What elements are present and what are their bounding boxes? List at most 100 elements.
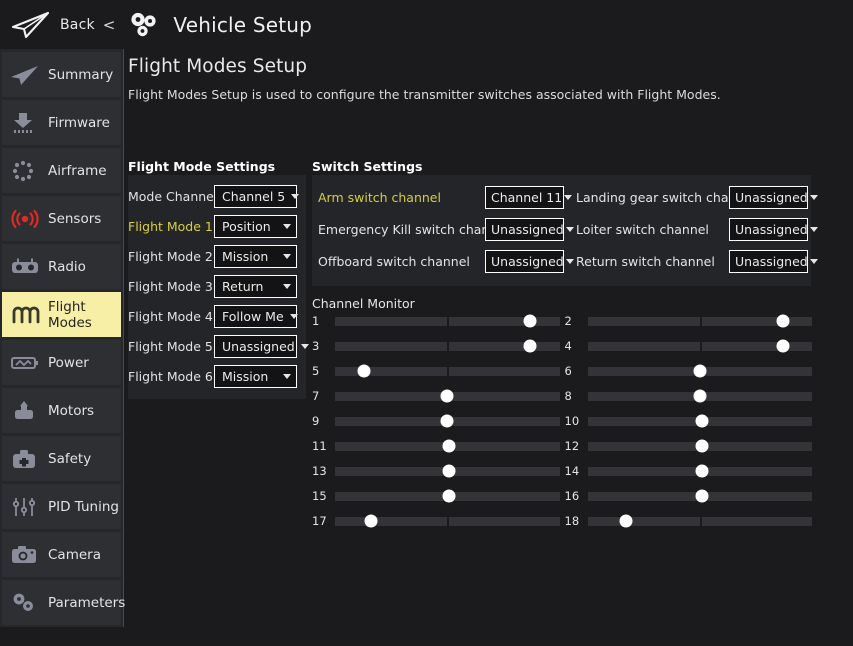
- channel-value-indicator: [695, 415, 708, 428]
- channel-monitor-row: 12: [565, 439, 813, 453]
- return-switch-channel-label: Return switch channel: [576, 254, 722, 269]
- sidebar-item-label: Safety: [48, 451, 91, 467]
- flight-modes-wave-icon: [8, 300, 42, 330]
- sidebar-item-pid-tuning[interactable]: PID Tuning: [2, 484, 121, 529]
- radio-controller-icon: [8, 252, 42, 282]
- arm-switch-channel-label: Arm switch channel: [318, 190, 478, 205]
- dropdown-value: Unassigned: [491, 254, 564, 269]
- channel-monitor-row: 2: [565, 314, 813, 328]
- sidebar-item-label: Camera: [48, 547, 101, 563]
- channel-value-bar: [335, 342, 560, 351]
- emergency-kill-switch-channel-dropdown[interactable]: Unassigned: [485, 218, 564, 241]
- sidebar-item-summary[interactable]: Summary: [2, 52, 121, 97]
- channel-center-tick: [700, 316, 702, 327]
- landing-gear-switch-channel-dropdown[interactable]: Unassigned: [729, 186, 808, 209]
- dropdown-value: Mission: [222, 249, 268, 264]
- sidebar-item-firmware[interactable]: Firmware: [2, 100, 121, 145]
- sidebar-item-safety[interactable]: Safety: [2, 436, 121, 481]
- channel-value-bar: [335, 467, 560, 476]
- channel-number-label: 14: [565, 464, 582, 478]
- channel-number-label: 7: [312, 389, 329, 403]
- channel-monitor-row: 7: [312, 389, 560, 403]
- channel-value-bar: [335, 367, 560, 376]
- channel-value-bar: [588, 367, 813, 376]
- flight-mode-label: Flight Mode 4: [128, 309, 214, 324]
- dropdown-value: Unassigned: [735, 190, 808, 205]
- channel-number-label: 8: [565, 389, 582, 403]
- sidebar-item-motors[interactable]: Motors: [2, 388, 121, 433]
- channel-monitor-row: 14: [565, 464, 813, 478]
- sidebar-item-label: Parameters: [48, 595, 125, 611]
- paper-plane-icon: [8, 60, 42, 90]
- channel-value-indicator: [693, 365, 706, 378]
- sidebar-item-flight-modes[interactable]: Flight Modes: [2, 292, 121, 337]
- flight-mode-4-dropdown[interactable]: Follow Me: [214, 305, 297, 328]
- loiter-switch-channel-dropdown[interactable]: Unassigned: [729, 218, 808, 241]
- channel-value-indicator: [443, 465, 456, 478]
- channel-value-bar: [588, 317, 813, 326]
- dropdown-value: Channel 11: [491, 190, 562, 205]
- sidebar-item-airframe[interactable]: Airframe: [2, 148, 121, 193]
- channel-monitor-row: 13: [312, 464, 560, 478]
- top-toolbar: Back < Vehicle Setup: [0, 0, 853, 49]
- channel-number-label: 4: [565, 339, 582, 353]
- channel-value-bar: [335, 442, 560, 451]
- flight-mode-6-dropdown[interactable]: Mission: [214, 365, 297, 388]
- channel-monitor-row: 6: [565, 364, 813, 378]
- sidebar-item-label: Summary: [48, 67, 113, 83]
- flight-mode-2-dropdown[interactable]: Mission: [214, 245, 297, 268]
- channel-value-indicator: [443, 440, 456, 453]
- flight-mode-settings-panel: Mode Channel Channel 5 Flight Mode 1 Pos…: [128, 175, 306, 399]
- flight-mode-row: Flight Mode 3 Return: [128, 271, 306, 301]
- channel-value-bar: [588, 517, 813, 526]
- chevron-down-icon: [283, 374, 291, 379]
- page-title: Flight Modes Setup: [125, 49, 853, 77]
- offboard-switch-channel-dropdown[interactable]: Unassigned: [485, 250, 564, 273]
- mode-channel-dropdown[interactable]: Channel 5: [214, 185, 297, 208]
- sidebar-item-camera[interactable]: Camera: [2, 532, 121, 577]
- channel-value-bar: [335, 392, 560, 401]
- chevron-down-icon: [566, 259, 574, 264]
- back-chevron-icon[interactable]: <: [103, 16, 116, 34]
- return-switch-channel-dropdown[interactable]: Unassigned: [729, 250, 808, 273]
- switch-settings-panel: Arm switch channel Channel 11 Landing ge…: [312, 175, 811, 286]
- safety-kit-icon: [8, 444, 42, 474]
- channel-value-indicator: [776, 315, 789, 328]
- channel-monitor-row: 18: [565, 514, 813, 528]
- sliders-icon: [8, 492, 42, 522]
- flight-mode-row: Flight Mode 2 Mission: [128, 241, 306, 271]
- flight-mode-label: Flight Mode 1: [128, 219, 214, 234]
- channel-number-label: 15: [312, 489, 329, 503]
- channel-value-indicator: [693, 390, 706, 403]
- flight-mode-1-dropdown[interactable]: Position: [214, 215, 297, 238]
- chevron-down-icon: [564, 195, 572, 200]
- dropdown-value: Unassigned: [735, 254, 808, 269]
- sensors-signal-icon: [8, 204, 42, 234]
- flight-mode-5-dropdown[interactable]: Unassigned: [214, 335, 297, 358]
- sidebar-item-radio[interactable]: Radio: [2, 244, 121, 289]
- channel-center-tick: [447, 516, 449, 527]
- sidebar-item-label: Airframe: [48, 163, 107, 179]
- window-title: Vehicle Setup: [173, 13, 312, 37]
- sidebar-item-parameters[interactable]: Parameters: [2, 580, 121, 625]
- sidebar-item-power[interactable]: Power: [2, 340, 121, 385]
- sidebar-item-sensors[interactable]: Sensors: [2, 196, 121, 241]
- back-button-label[interactable]: Back: [60, 17, 95, 33]
- channel-number-label: 1: [312, 314, 329, 328]
- landing-gear-switch-channel-label: Landing gear switch channel: [576, 190, 722, 205]
- battery-icon: [8, 348, 42, 378]
- channel-monitor-row: 9: [312, 414, 560, 428]
- flight-mode-3-dropdown[interactable]: Return: [214, 275, 297, 298]
- flight-mode-row: Flight Mode 6 Mission: [128, 361, 306, 391]
- channel-monitor-row: 1: [312, 314, 560, 328]
- dropdown-value: Unassigned: [735, 222, 808, 237]
- channel-value-indicator: [695, 465, 708, 478]
- arm-switch-channel-dropdown[interactable]: Channel 11: [485, 186, 564, 209]
- channel-monitor-row: 16: [565, 489, 813, 503]
- flight-mode-row: Mode Channel Channel 5: [128, 181, 306, 211]
- setup-sidebar: Summary Firmware: [0, 49, 124, 627]
- channel-center-tick: [447, 316, 449, 327]
- qgc-paper-plane-logo-icon: [10, 10, 52, 40]
- dropdown-value: Unassigned: [222, 339, 295, 354]
- chevron-down-icon: [810, 195, 818, 200]
